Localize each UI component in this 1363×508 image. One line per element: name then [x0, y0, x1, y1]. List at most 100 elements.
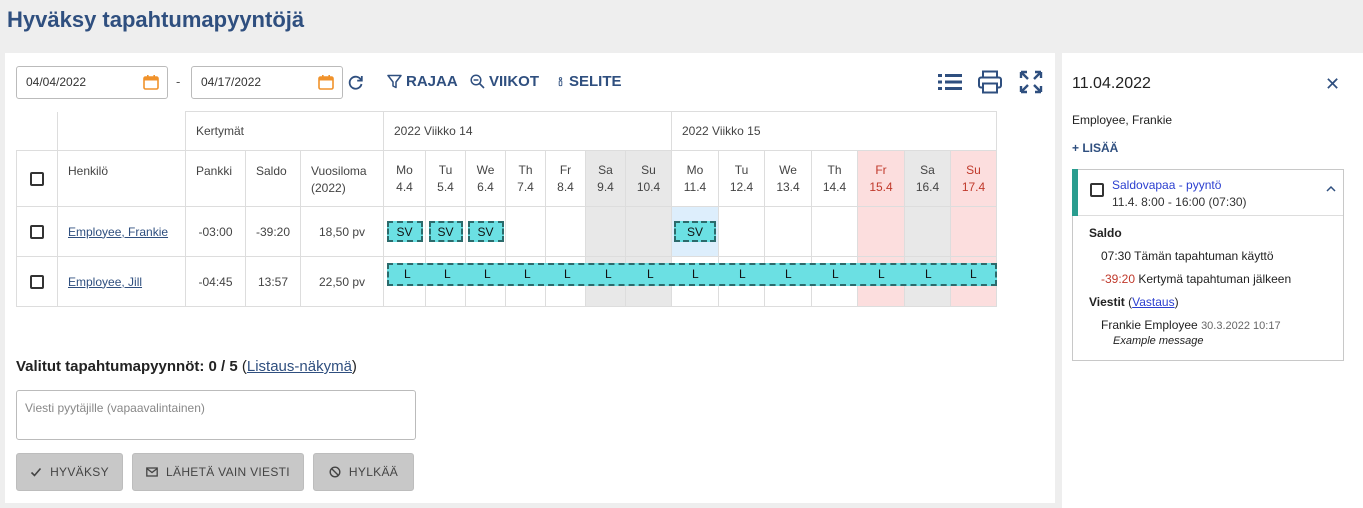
col-bank: Pankki: [185, 150, 246, 207]
status-accent: [1072, 169, 1078, 216]
employee-link[interactable]: Employee, Jill: [68, 275, 142, 289]
week-header: 2022 Viikko 15: [671, 111, 997, 151]
info-icon: [558, 77, 563, 87]
date-from-value: 04/04/2022: [26, 75, 87, 89]
bank-value: -04:45: [185, 256, 246, 307]
selection-summary: Valitut tapahtumapyynnöt: 0 / 5 (Listaus…: [16, 358, 357, 375]
date-to-value: 04/17/2022: [201, 75, 262, 89]
refresh-icon[interactable]: [347, 74, 364, 91]
filter-icon: [387, 74, 402, 89]
row-checkbox[interactable]: [30, 224, 44, 239]
reject-button[interactable]: HYLKÄÄ: [313, 453, 414, 491]
page-title: Hyväksy tapahtumapyyntöjä: [7, 7, 305, 32]
reply-link[interactable]: Vastaus: [1132, 295, 1174, 309]
date-separator: -: [176, 74, 181, 89]
event-day-label: L: [404, 267, 411, 281]
send-message-button[interactable]: LÄHETÄ VAIN VIESTI: [132, 453, 304, 491]
message-meta: Frankie Employee 30.3.2022 10:17: [1101, 318, 1281, 332]
event-block[interactable]: SV: [428, 221, 463, 242]
col-balance: Saldo: [245, 150, 301, 207]
day-header: We 6.4: [465, 150, 506, 207]
event-day-label: L: [524, 267, 531, 281]
event-day-label: L: [692, 267, 699, 281]
event-day-label: L: [647, 267, 654, 281]
day-header: Sa 9.4: [585, 150, 626, 207]
approve-button[interactable]: HYVÄKSY: [16, 453, 123, 491]
accruals-header: Kertymät: [185, 111, 384, 151]
messages-heading: Viestit: [1089, 295, 1125, 309]
table-row: Employee, Frankie -03:00 -39:20 18,50 pv…: [16, 206, 997, 257]
day-header: Tu 5.4: [425, 150, 466, 207]
day-header: Fr 15.4: [857, 150, 905, 207]
fullscreen-icon[interactable]: [1018, 70, 1044, 94]
event-day-label: L: [444, 267, 451, 281]
print-icon[interactable]: [977, 70, 1003, 94]
balance-value: 13:57: [245, 256, 301, 307]
filter-button[interactable]: RAJAA: [387, 73, 458, 90]
zoom-out-icon: [470, 74, 485, 89]
vacation-value: 18,50 pv: [300, 206, 384, 257]
balance-heading: Saldo: [1089, 226, 1122, 240]
bank-value: -03:00: [185, 206, 246, 257]
message-input[interactable]: [16, 390, 416, 440]
date-from-input[interactable]: 04/04/2022: [16, 66, 168, 99]
messages-heading-line: Viestit (Vastaus): [1089, 295, 1179, 309]
list-view-link[interactable]: Listaus-näkymä: [247, 358, 352, 375]
add-button[interactable]: + LISÄÄ: [1072, 141, 1118, 155]
calendar-icon[interactable]: [318, 75, 334, 90]
day-header: Tu 12.4: [718, 150, 765, 207]
request-checkbox[interactable]: [1090, 183, 1104, 197]
select-all-checkbox[interactable]: [30, 171, 44, 186]
usage-value: 07:30: [1101, 249, 1132, 263]
event-day-label: L: [484, 267, 491, 281]
list-view-icon[interactable]: [937, 70, 963, 94]
send-message-label: LÄHETÄ VAIN VIESTI: [166, 465, 290, 479]
event-block-range[interactable]: L L L L L L L L L L L L L L: [387, 263, 997, 286]
row-select-cell: [16, 206, 58, 257]
row-select-cell: [16, 256, 58, 307]
selection-label: Valitut tapahtumapyynnöt:: [16, 358, 205, 375]
col-vacation-year: (2022): [311, 181, 346, 195]
day-header: Mo 11.4: [671, 150, 719, 207]
week-header: 2022 Viikko 14: [383, 111, 672, 151]
request-card-header[interactable]: Saldovapaa - pyyntö 11.4. 8:00 - 16:00 (…: [1072, 169, 1343, 216]
select-all-cell: [16, 150, 58, 207]
legend-label: SELITE: [569, 73, 622, 90]
col-vacation: Vuosiloma (2022): [300, 150, 384, 207]
event-day-label: L: [785, 267, 792, 281]
weeks-label: VIIKOT: [489, 73, 540, 90]
event-day-label: L: [878, 267, 885, 281]
day-header: Mo 4.4: [383, 150, 426, 207]
day-header: We 13.4: [764, 150, 812, 207]
usage-line: 07:30 Tämän tapahtuman käyttö: [1101, 249, 1274, 263]
detail-employee: Employee, Frankie: [1072, 113, 1173, 127]
event-day-label: L: [970, 267, 977, 281]
employee-link[interactable]: Employee, Frankie: [68, 225, 168, 239]
date-to-input[interactable]: 04/17/2022: [191, 66, 343, 99]
detail-date: 11.04.2022: [1072, 75, 1151, 92]
event-day-label: L: [564, 267, 571, 281]
weeks-button[interactable]: VIIKOT: [470, 73, 539, 90]
chevron-up-icon[interactable]: [1325, 183, 1337, 195]
event-block[interactable]: SV: [386, 221, 423, 242]
close-icon[interactable]: ✕: [1325, 74, 1340, 95]
detail-panel: 11.04.2022 ✕ Employee, Frankie + LISÄÄ S…: [1062, 53, 1363, 508]
row-checkbox[interactable]: [30, 274, 44, 289]
day-header: Sa 16.4: [904, 150, 951, 207]
vacation-value: 22,50 pv: [300, 256, 384, 307]
event-day-label: L: [832, 267, 839, 281]
event-block[interactable]: SV: [674, 221, 716, 242]
event-block[interactable]: SV: [467, 221, 504, 242]
day-header: Th 14.4: [811, 150, 858, 207]
after-value: -39:20: [1101, 272, 1136, 286]
filter-label: RAJAA: [406, 73, 458, 90]
usage-label: Tämän tapahtuman käyttö: [1134, 249, 1274, 263]
after-line: -39:20 Kertymä tapahtuman jälkeen: [1101, 272, 1291, 286]
col-person: Henkilö: [57, 150, 186, 207]
legend-button[interactable]: SELITE: [556, 73, 622, 90]
calendar-icon[interactable]: [143, 75, 159, 90]
message-time: 30.3.2022 10:17: [1201, 320, 1281, 332]
request-time: 11.4. 8:00 - 16:00 (07:30): [1112, 195, 1247, 209]
check-icon: [31, 467, 42, 477]
selection-count: 0 / 5: [208, 358, 238, 375]
